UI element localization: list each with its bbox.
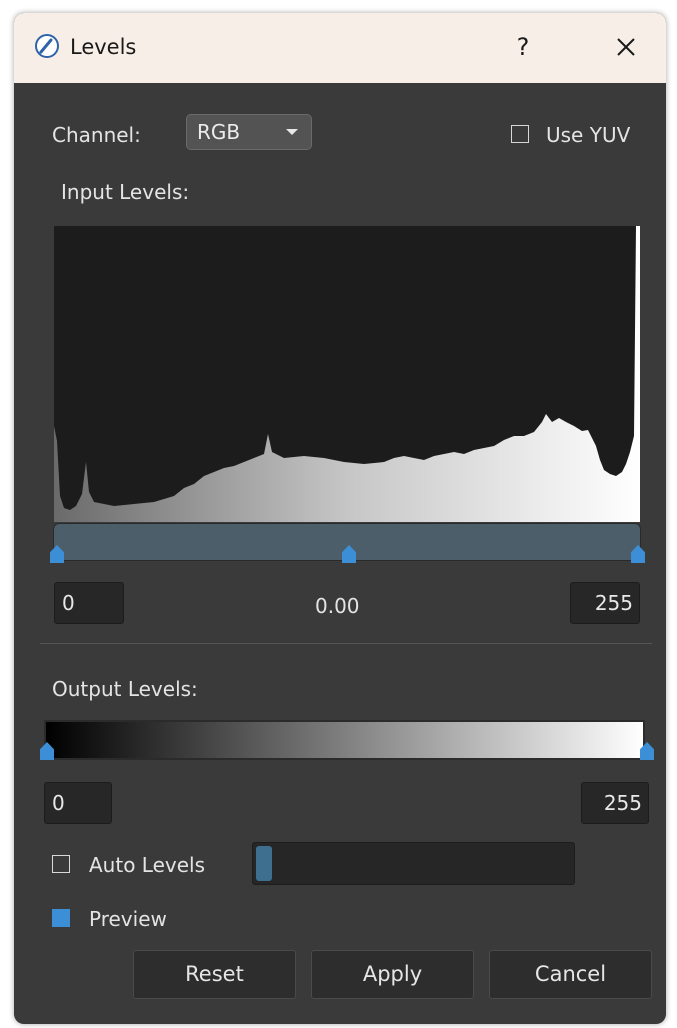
output-levels-label: Output Levels:	[52, 677, 198, 701]
input-gamma-value: 0.00	[315, 594, 360, 618]
output-max-field[interactable]: 255	[581, 782, 649, 824]
use-yuv-label: Use YUV	[546, 123, 631, 147]
preview-checkbox[interactable]	[52, 909, 70, 927]
preview-label: Preview	[89, 907, 167, 931]
channel-label: Channel:	[52, 123, 141, 147]
close-button[interactable]	[606, 27, 646, 67]
apply-button[interactable]: Apply	[311, 950, 474, 999]
help-button[interactable]: ?	[508, 27, 538, 67]
chevron-down-icon	[286, 129, 298, 135]
output-min-field[interactable]: 0	[44, 782, 112, 824]
output-levels-gradient[interactable]	[44, 720, 645, 760]
auto-levels-label: Auto Levels	[89, 853, 206, 877]
channel-dropdown[interactable]: RGB	[186, 114, 312, 150]
auto-levels-checkbox[interactable]	[52, 855, 70, 873]
input-levels-label: Input Levels:	[61, 180, 190, 204]
section-divider	[40, 643, 652, 644]
levels-dialog: Levels ? Channel: RGB Use YUV Input Leve…	[14, 13, 666, 1024]
cancel-button[interactable]: Cancel	[489, 950, 652, 999]
close-icon	[617, 38, 635, 56]
app-icon	[35, 34, 59, 58]
input-histogram	[54, 226, 640, 522]
use-yuv-checkbox[interactable]	[511, 125, 529, 143]
input-white-point-field[interactable]: 255	[570, 582, 640, 624]
auto-levels-strength-slider[interactable]	[252, 842, 575, 885]
reset-button[interactable]: Reset	[133, 950, 296, 999]
window-title: Levels	[70, 35, 137, 59]
title-bar: Levels ?	[14, 13, 666, 83]
input-black-point-field[interactable]: 0	[54, 582, 124, 624]
auto-levels-slider-thumb[interactable]	[256, 846, 272, 881]
channel-selected-value: RGB	[197, 120, 241, 144]
